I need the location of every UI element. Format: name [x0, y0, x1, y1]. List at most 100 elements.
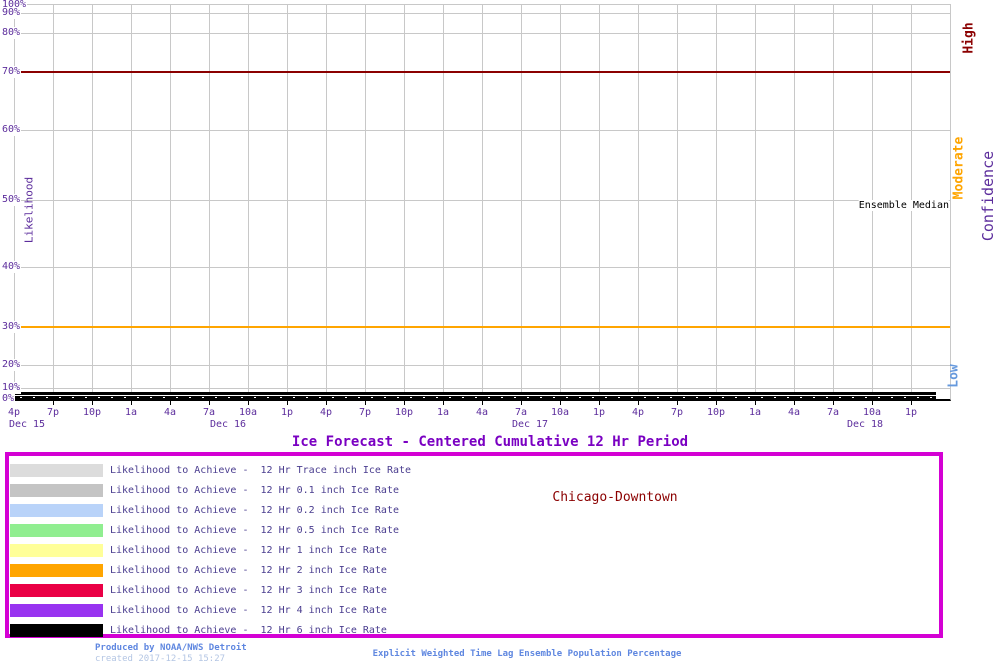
- vertical-gridline: [326, 5, 327, 399]
- legend-swatch: [10, 603, 103, 617]
- vertical-gridline: [677, 5, 678, 399]
- confidence-threshold-line: [15, 326, 950, 328]
- x-tick-mark: [560, 401, 561, 405]
- vertical-gridline: [794, 5, 795, 399]
- vertical-gridline: [131, 5, 132, 399]
- vertical-gridline: [287, 5, 288, 399]
- horizontal-gridline: [15, 267, 950, 268]
- x-tick-label: 1a: [124, 407, 138, 418]
- x-tick-mark: [482, 401, 483, 405]
- x-tick-label: 7a: [202, 407, 216, 418]
- x-date-label: Dec 16: [209, 419, 247, 430]
- plot-area: [14, 4, 951, 401]
- x-tick-label: 1a: [436, 407, 450, 418]
- x-tick-mark: [638, 401, 639, 405]
- x-tick-label: 4a: [163, 407, 177, 418]
- x-tick-mark: [443, 401, 444, 405]
- legend-swatch: [10, 483, 103, 497]
- x-tick-mark: [92, 401, 93, 405]
- x-date-label: Dec 18: [846, 419, 884, 430]
- x-tick-label: 10p: [706, 407, 726, 418]
- legend-swatch: [10, 583, 103, 597]
- legend-swatch: [10, 623, 103, 637]
- vertical-gridline: [53, 5, 54, 399]
- horizontal-gridline: [15, 33, 950, 34]
- confidence-threshold-line: [15, 71, 950, 73]
- x-tick-mark: [53, 401, 54, 405]
- y-tick-label: 50%: [1, 194, 22, 206]
- x-tick-label: 7p: [358, 407, 372, 418]
- legend-item-label: Likelihood to Achieve - 12 Hr 4 inch Ice…: [110, 604, 387, 616]
- x-tick-label: 1p: [592, 407, 606, 418]
- x-tick-label: 1p: [280, 407, 294, 418]
- legend-item: Likelihood to Achieve - 12 Hr 3 inch Ice…: [10, 580, 411, 600]
- legend-rows: Likelihood to Achieve - 12 Hr Trace inch…: [10, 460, 411, 640]
- footer-method-label: Explicit Weighted Time Lag Ensemble Popu…: [372, 649, 682, 659]
- ensemble-median-annotation: Ensemble Median: [858, 200, 949, 211]
- x-tick-label: 1a: [748, 407, 762, 418]
- x-tick-label: 10p: [82, 407, 102, 418]
- x-tick-mark: [833, 401, 834, 405]
- horizontal-gridline: [15, 388, 950, 389]
- vertical-gridline: [599, 5, 600, 399]
- y-tick-label: 60%: [1, 124, 22, 136]
- x-tick-label: 4p: [319, 407, 333, 418]
- legend-item-label: Likelihood to Achieve - 12 Hr 6 inch Ice…: [110, 624, 387, 636]
- vertical-gridline: [638, 5, 639, 399]
- vertical-gridline: [209, 5, 210, 399]
- x-tick-label: 7p: [46, 407, 60, 418]
- x-tick-mark: [521, 401, 522, 405]
- legend-item: Likelihood to Achieve - 12 Hr 0.1 inch I…: [10, 480, 411, 500]
- x-tick-label: 4p: [7, 407, 21, 418]
- x-tick-mark: [794, 401, 795, 405]
- x-tick-label: 4a: [475, 407, 489, 418]
- legend-item-label: Likelihood to Achieve - 12 Hr 1 inch Ice…: [110, 544, 387, 556]
- vertical-gridline: [521, 5, 522, 399]
- vertical-gridline: [560, 5, 561, 399]
- horizontal-gridline: [15, 365, 950, 366]
- y-tick-label: 40%: [1, 261, 22, 273]
- vertical-gridline: [833, 5, 834, 399]
- x-tick-label: 10p: [394, 407, 414, 418]
- legend-swatch: [10, 523, 103, 537]
- x-tick-label: 4p: [631, 407, 645, 418]
- legend-item: Likelihood to Achieve - 12 Hr 0.5 inch I…: [10, 520, 411, 540]
- legend-item: Likelihood to Achieve - 12 Hr 6 inch Ice…: [10, 620, 411, 640]
- x-tick-mark: [209, 401, 210, 405]
- legend-swatch: [10, 563, 103, 577]
- horizontal-gridline: [15, 130, 950, 131]
- x-tick-label: 7p: [670, 407, 684, 418]
- vertical-gridline: [482, 5, 483, 399]
- x-tick-mark: [599, 401, 600, 405]
- x-tick-label: 10a: [238, 407, 258, 418]
- y-tick-label: 20%: [1, 359, 22, 371]
- confidence-band-label: Moderate: [951, 136, 967, 200]
- horizontal-gridline: [15, 13, 950, 14]
- x-tick-label: 7a: [514, 407, 528, 418]
- x-tick-mark: [404, 401, 405, 405]
- x-tick-mark: [287, 401, 288, 405]
- x-tick-mark: [326, 401, 327, 405]
- x-tick-mark: [716, 401, 717, 405]
- x-date-label: Dec 17: [511, 419, 549, 430]
- vertical-gridline: [755, 5, 756, 399]
- footer-produced-by: Produced by NOAA/NWS Detroit: [95, 643, 247, 653]
- flat-zero-likelihood-data-line: [14, 392, 936, 399]
- legend-swatch: [10, 543, 103, 557]
- x-tick-mark: [911, 401, 912, 405]
- vertical-gridline: [404, 5, 405, 399]
- x-tick-label: 1p: [904, 407, 918, 418]
- vertical-gridline: [716, 5, 717, 399]
- legend-item-label: Likelihood to Achieve - 12 Hr 2 inch Ice…: [110, 564, 387, 576]
- confidence-band-label: Low: [946, 364, 962, 388]
- legend-item: Likelihood to Achieve - 12 Hr 4 inch Ice…: [10, 600, 411, 620]
- x-tick-mark: [131, 401, 132, 405]
- vertical-gridline: [248, 5, 249, 399]
- legend-item-label: Likelihood to Achieve - 12 Hr 0.5 inch I…: [110, 524, 399, 536]
- legend-item: Likelihood to Achieve - 12 Hr Trace inch…: [10, 460, 411, 480]
- legend-box: Likelihood to Achieve - 12 Hr Trace inch…: [5, 452, 943, 638]
- legend-swatch: [10, 503, 103, 517]
- confidence-band-label: High: [961, 22, 977, 54]
- x-tick-mark: [170, 401, 171, 405]
- vertical-gridline: [365, 5, 366, 399]
